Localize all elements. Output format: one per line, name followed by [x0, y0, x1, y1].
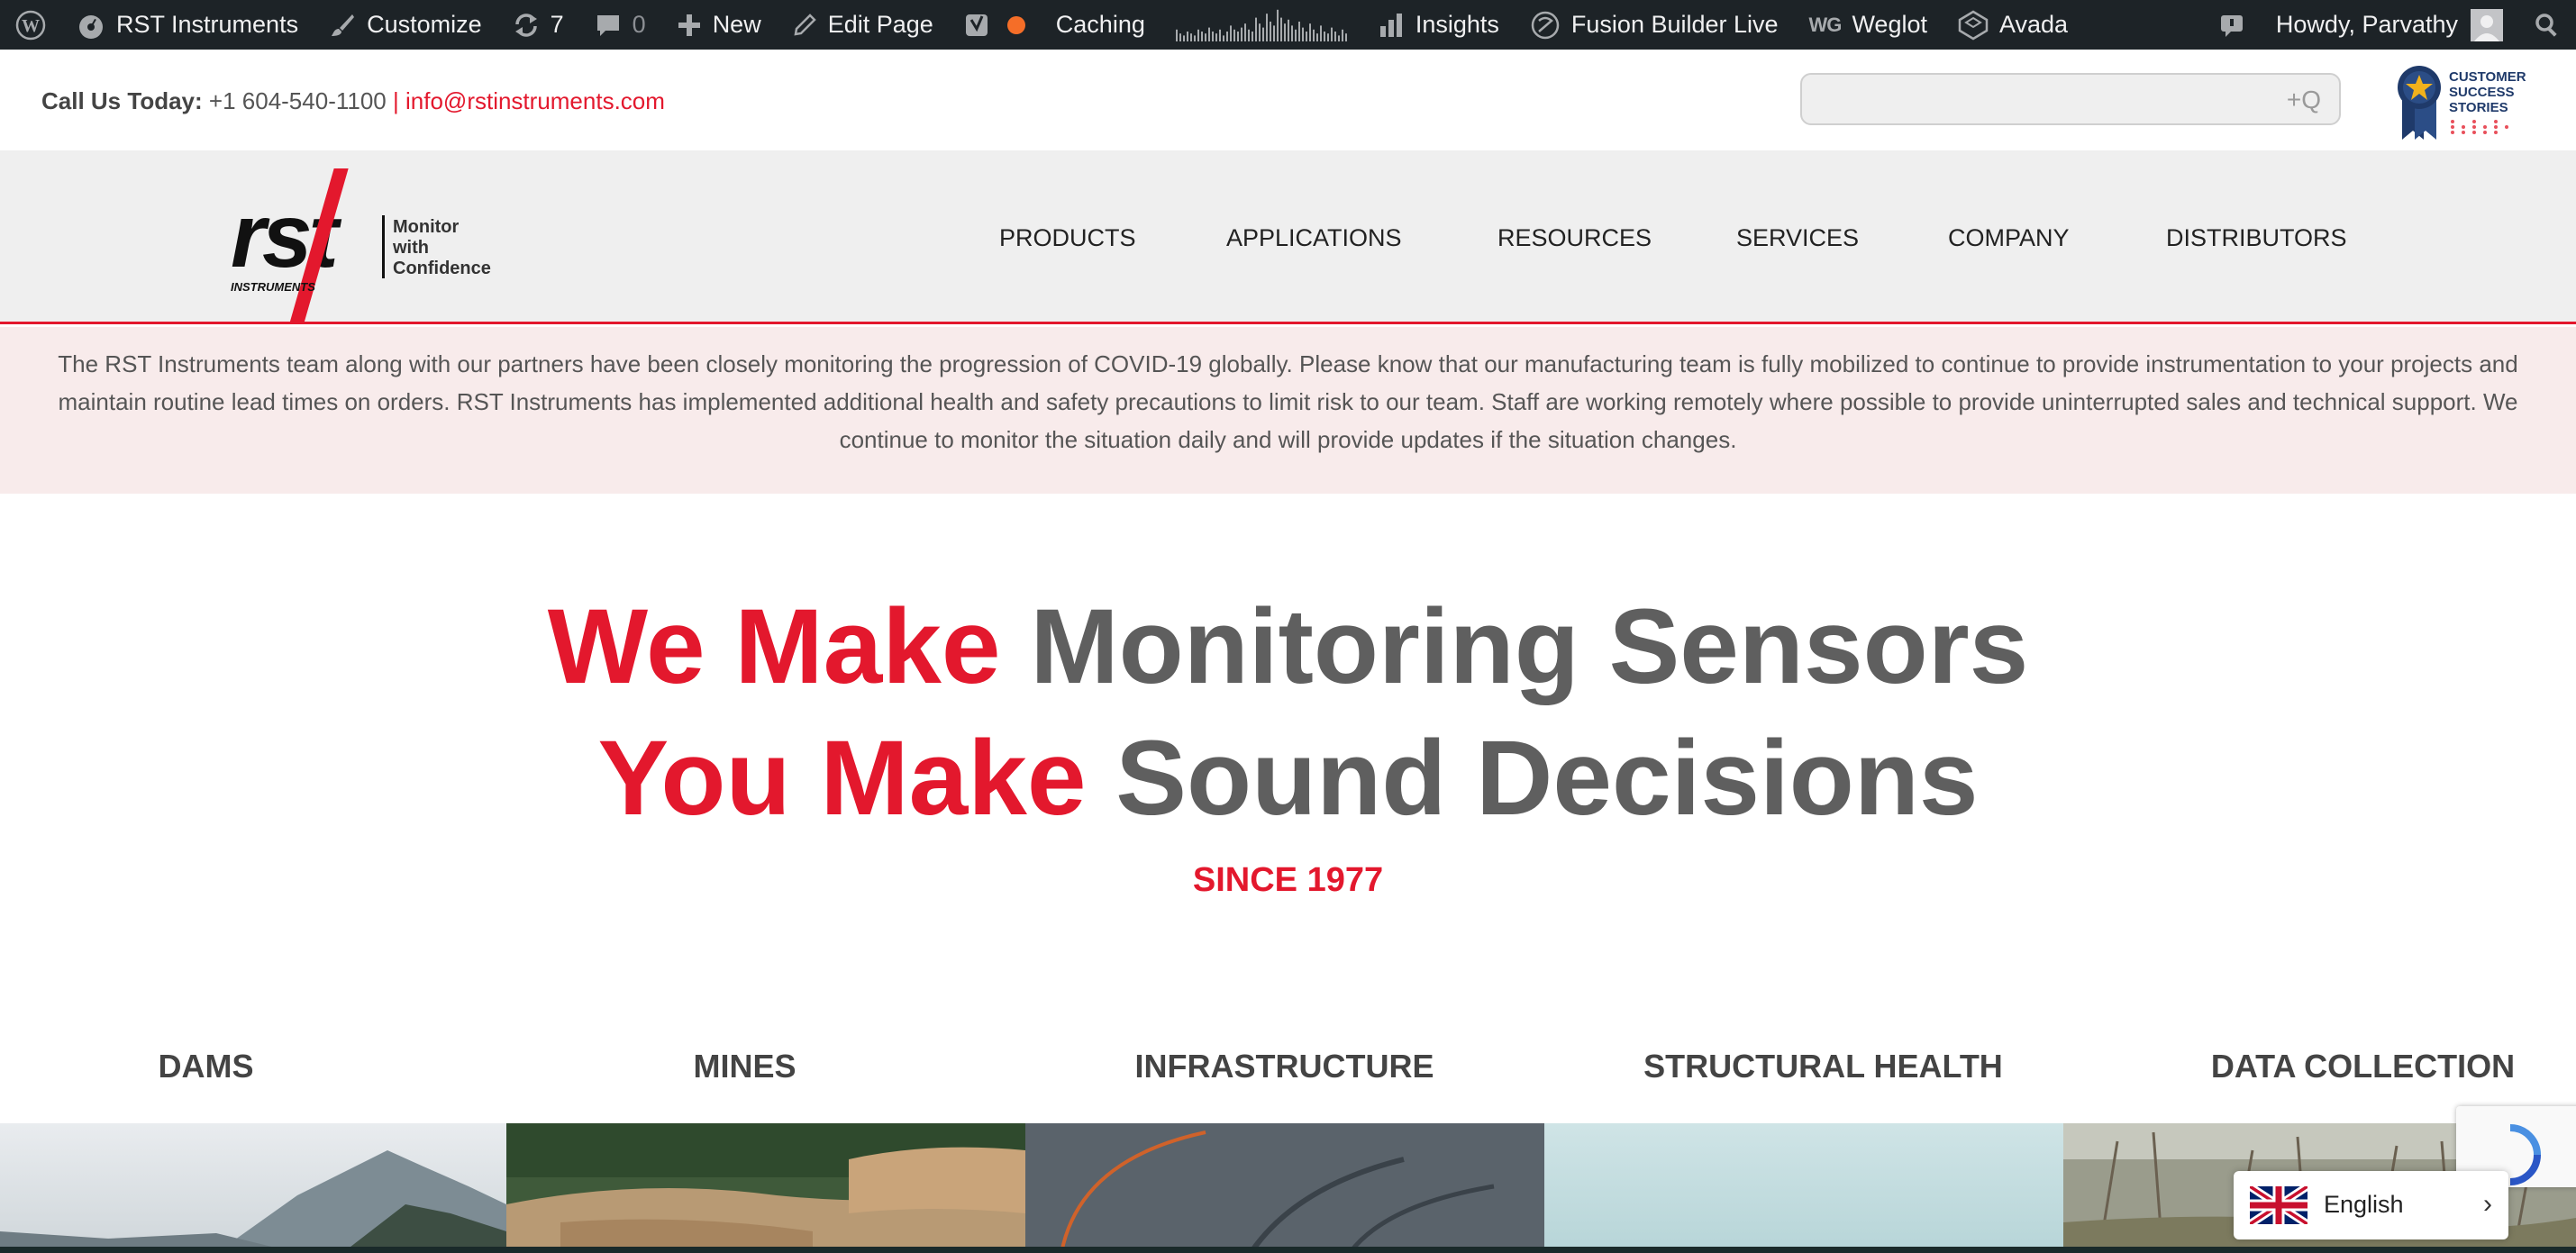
email-link[interactable]: info@rstinstruments.com	[405, 87, 665, 114]
phone-number[interactable]: +1 604-540-1100	[209, 87, 387, 114]
category-title-infrastructure[interactable]: INFRASTRUCTURE	[1025, 1048, 1543, 1085]
seo-status-dot-icon	[1006, 15, 1025, 34]
new-label: New	[712, 11, 761, 38]
logo-divider	[382, 215, 385, 278]
category-image-dams[interactable]	[0, 1123, 506, 1253]
page: W RST Instruments Customize 7 0 New Edit…	[0, 0, 2576, 1253]
comments-count: 0	[632, 11, 646, 38]
customer-success-stories-badge[interactable]: CUSTOMER SUCCESS STORIES	[2393, 59, 2528, 141]
sky-image	[1544, 1123, 2063, 1253]
activity-sparkline[interactable]	[1161, 0, 1362, 50]
hero-line2-text: Sound Decisions	[1115, 719, 1979, 838]
fusion-builder-button[interactable]: Fusion Builder Live	[1515, 0, 1794, 50]
uk-flag-icon	[2250, 1186, 2307, 1224]
nav-item-distributors[interactable]: DISTRIBUTORS	[2166, 224, 2347, 252]
caching-menu[interactable]: Caching	[1041, 0, 1161, 50]
language-switcher[interactable]: English ›	[2234, 1171, 2508, 1239]
logo-subword: INSTRUMENTS	[231, 280, 315, 294]
hero-headline-line1: We Make Monitoring Sensors	[0, 586, 2576, 708]
customize-label: Customize	[367, 11, 482, 38]
nav-item-company[interactable]: COMPANY	[1948, 224, 2070, 252]
badge-text: CUSTOMER SUCCESS STORIES	[2449, 69, 2526, 115]
user-account-menu[interactable]: Howdy, Parvathy	[2261, 0, 2518, 50]
notification-bubble-icon	[2220, 14, 2243, 37]
site-header: rst INSTRUMENTS Monitor with Confidence …	[0, 150, 2576, 324]
contact-bar: Call Us Today: +1 604-540-1100 | info@rs…	[0, 50, 2576, 150]
avada-label: Avada	[1998, 11, 2069, 38]
mountain-image	[0, 1123, 506, 1253]
notifications-button[interactable]	[2203, 0, 2261, 50]
category-image-mines[interactable]	[506, 1123, 1025, 1253]
admin-search-button[interactable]	[2518, 0, 2576, 50]
wp-admin-bar: W RST Instruments Customize 7 0 New Edit…	[0, 0, 2576, 50]
category-title-data-collection[interactable]: DATA COLLECTION	[2104, 1048, 2576, 1085]
category-title-mines[interactable]: MINES	[486, 1048, 1004, 1085]
tunnel-image	[1025, 1123, 1544, 1253]
paintbrush-icon	[332, 14, 355, 36]
site-search-input[interactable]: +Q	[1800, 73, 2341, 125]
pencil-icon	[794, 13, 816, 36]
separator: |	[393, 87, 399, 114]
award-ribbon-icon	[2398, 66, 2441, 140]
svg-text:W: W	[22, 16, 40, 36]
wordpress-logo-button[interactable]: W	[0, 0, 61, 50]
site-name-label: RST Instruments	[116, 11, 299, 38]
howdy-label: Howdy, Parvathy	[2275, 11, 2458, 38]
category-image-infrastructure[interactable]	[1025, 1123, 1544, 1253]
updates-count: 7	[550, 11, 564, 38]
customize-button[interactable]: Customize	[314, 0, 497, 50]
search-plus-icon[interactable]: +Q	[2287, 86, 2321, 114]
nav-item-services[interactable]: SERVICES	[1736, 224, 1859, 252]
weglot-button[interactable]: WG Weglot	[1794, 0, 1943, 50]
bar-chart-icon	[1379, 13, 1402, 37]
insights-button[interactable]: Insights	[1362, 0, 1515, 50]
yoast-icon	[965, 14, 988, 36]
sparkline-icon	[1175, 9, 1347, 41]
nav-item-applications[interactable]: APPLICATIONS	[1226, 224, 1402, 252]
language-name: English	[2324, 1191, 2404, 1218]
search-icon	[2535, 13, 2557, 37]
call-us-label: Call Us Today:	[41, 87, 203, 114]
weglot-label: Weglot	[1852, 11, 1927, 38]
category-title-dams[interactable]: DAMS	[0, 1048, 465, 1085]
contact-info: Call Us Today: +1 604-540-1100 | info@rs…	[41, 87, 665, 115]
insights-label: Insights	[1415, 11, 1499, 38]
weglot-icon: WG	[1808, 13, 1843, 36]
comment-bubble-icon	[596, 14, 619, 36]
nav-item-products[interactable]: PRODUCTS	[999, 224, 1136, 252]
category-image-structural-health[interactable]	[1544, 1123, 2063, 1253]
logo-tagline: Monitor with Confidence	[393, 217, 491, 278]
wordpress-icon: W	[15, 10, 46, 40]
covid-notice: The RST Instruments team along with our …	[0, 327, 2576, 494]
hero-line1-text: Monitoring Sensors	[1030, 587, 2029, 706]
new-content-button[interactable]: New	[661, 0, 777, 50]
rst-logo[interactable]: rst INSTRUMENTS Monitor with Confidence	[231, 161, 501, 323]
yoast-seo-button[interactable]	[949, 0, 1041, 50]
dotted-graphic-icon	[2451, 120, 2508, 134]
hero-headline-line2: You Make Sound Decisions	[0, 717, 2576, 840]
hero-line2-highlight: You Make	[597, 719, 1087, 838]
avada-button[interactable]: Avada	[1943, 0, 2083, 50]
refresh-icon	[514, 13, 537, 37]
caching-label: Caching	[1055, 11, 1145, 38]
fusion-builder-label: Fusion Builder Live	[1570, 11, 1779, 38]
fusion-builder-icon	[1531, 11, 1560, 39]
comments-button[interactable]: 0	[579, 0, 661, 50]
chevron-right-icon: ›	[2483, 1189, 2492, 1219]
dashboard-gauge-icon	[79, 14, 103, 39]
edit-page-label: Edit Page	[827, 11, 933, 38]
user-silhouette-icon	[2474, 14, 2499, 41]
category-title-structural-health[interactable]: STRUCTURAL HEALTH	[1564, 1048, 2082, 1085]
mine-site-image	[506, 1123, 1025, 1253]
avada-icon	[1958, 10, 1989, 40]
hero-line1-highlight: We Make	[547, 587, 1001, 706]
nav-item-resources[interactable]: RESOURCES	[1497, 224, 1652, 252]
since-tagline: SINCE 1977	[1192, 861, 1384, 899]
plus-icon	[678, 14, 700, 36]
page-bottom-edge	[0, 1247, 2576, 1253]
site-name-menu[interactable]: RST Instruments	[61, 0, 314, 50]
edit-page-button[interactable]: Edit Page	[777, 0, 949, 50]
avatar	[2471, 8, 2503, 41]
updates-button[interactable]: 7	[497, 0, 579, 50]
